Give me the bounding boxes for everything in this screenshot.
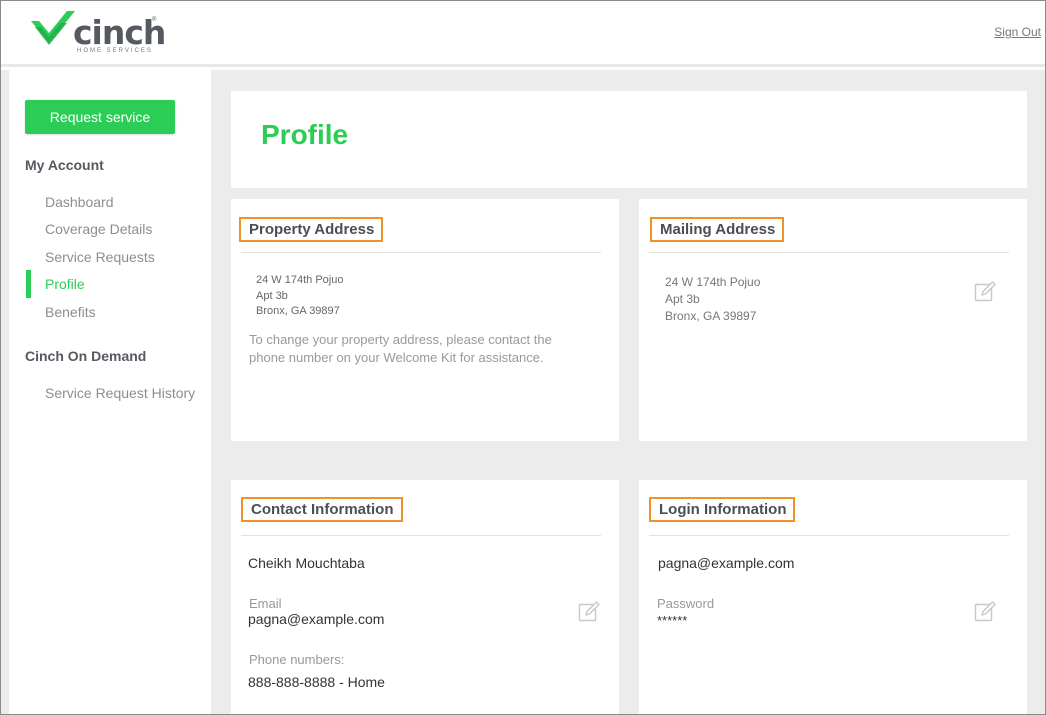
contact-information-title: Contact Information <box>241 497 403 522</box>
edit-contact-icon[interactable] <box>577 600 601 624</box>
mailing-address-title: Mailing Address <box>650 217 785 242</box>
property-address-title: Property Address <box>239 217 384 242</box>
title-panel: Profile <box>231 91 1027 188</box>
cinch-check-icon <box>31 11 75 45</box>
sidebar-item-service-request-history[interactable]: Service Request History <box>45 385 195 401</box>
divider <box>241 252 601 253</box>
property-address-card: Property Address 24 W 174th Pojuo Apt 3b… <box>231 199 619 441</box>
sidebar-item-profile[interactable]: Profile <box>45 276 85 292</box>
mailing-line3: Bronx, GA 39897 <box>665 309 757 323</box>
app-frame: cinch ® HOME SERVICES Sign Out Request s… <box>0 0 1046 715</box>
sidebar: Request service My Account Dashboard Cov… <box>1 70 211 714</box>
property-line1: 24 W 174th Pojuo <box>256 274 344 286</box>
login-information-card: Login Information pagna@example.com Pass… <box>639 480 1027 714</box>
logo-subtitle: HOME SERVICES <box>77 48 153 54</box>
phone-numbers-label: Phone numbers: <box>249 652 345 667</box>
contact-email: pagna@example.com <box>248 611 385 627</box>
sidebar-item-benefits[interactable]: Benefits <box>45 304 96 320</box>
divider <box>241 535 601 536</box>
sidebar-item-dashboard[interactable]: Dashboard <box>45 194 114 210</box>
logo-trademark: ® <box>152 17 157 23</box>
property-address-block: 24 W 174th Pojuo Apt 3b Bronx, GA 39897 <box>256 273 343 320</box>
password-label: Password <box>657 596 715 611</box>
property-line2: Apt 3b <box>256 289 288 302</box>
divider <box>649 535 1009 536</box>
login-information-title: Login Information <box>649 497 796 522</box>
main-content: Profile Property Address 24 W 174th Poju… <box>211 70 1045 714</box>
password-mask: ****** <box>657 613 688 628</box>
top-header: cinch ® HOME SERVICES Sign Out <box>1 1 1045 67</box>
sidebar-item-coverage-details[interactable]: Coverage Details <box>45 221 152 237</box>
divider <box>649 252 1009 253</box>
my-account-heading: My Account <box>25 157 104 173</box>
contact-phone: 888-888-8888 - Home <box>248 674 385 690</box>
mailing-address-card: Mailing Address 24 W 174th Pojuo Apt 3b … <box>639 199 1027 441</box>
active-indicator <box>26 270 31 298</box>
property-change-note: To change your property address, please … <box>249 331 552 367</box>
note-line-1: To change your property address, please … <box>249 332 552 347</box>
page-title: Profile <box>261 119 349 150</box>
email-label: Email <box>249 596 282 611</box>
cinch-logo[interactable]: cinch ® HOME SERVICES <box>31 9 171 59</box>
sidebar-item-service-requests[interactable]: Service Requests <box>45 249 155 265</box>
mailing-line2: Apt 3b <box>665 292 700 306</box>
request-service-button[interactable]: Request service <box>25 100 175 134</box>
login-username: pagna@example.com <box>658 555 795 571</box>
property-line3: Bronx, GA 39897 <box>256 305 340 317</box>
edit-login-icon[interactable] <box>973 600 997 624</box>
contact-information-card: Contact Information Cheikh Mouchtaba Ema… <box>231 480 619 714</box>
mailing-line1: 24 W 174th Pojuo <box>665 275 761 289</box>
sign-out-link[interactable]: Sign Out <box>994 25 1041 39</box>
cinch-on-demand-heading: Cinch On Demand <box>25 348 147 364</box>
mailing-address-block: 24 W 174th Pojuo Apt 3b Bronx, GA 39897 <box>665 274 760 325</box>
note-line-2: phone number on your Welcome Kit for ass… <box>249 350 544 365</box>
contact-name: Cheikh Mouchtaba <box>248 555 365 571</box>
edit-mailing-address-icon[interactable] <box>973 280 997 304</box>
